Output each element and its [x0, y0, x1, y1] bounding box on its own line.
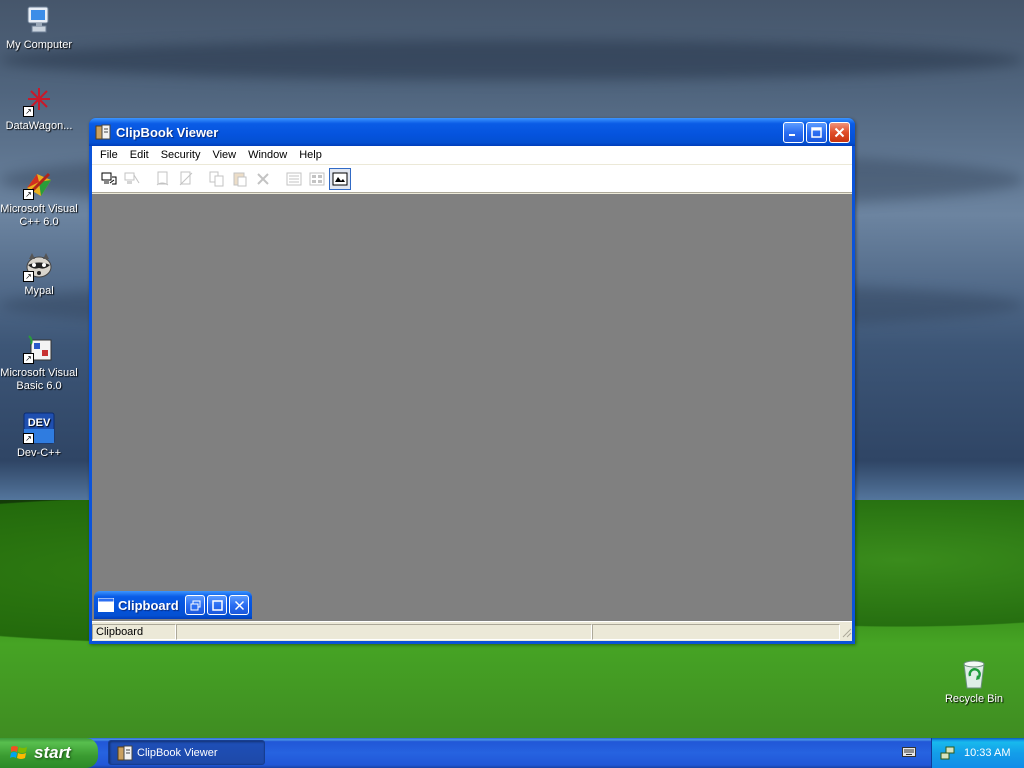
copy-button[interactable] [206, 168, 228, 190]
windows-flag-icon [10, 746, 27, 759]
desktop-icon-label: Recycle Bin [944, 693, 1004, 705]
desktop-icon-label: Microsoft Visual Basic 6.0 [0, 367, 78, 392]
desktop-icon-visual-cpp[interactable]: ↗ Microsoft Visual C++ 6.0 [0, 168, 78, 229]
menu-help[interactable]: Help [293, 149, 328, 161]
computer-icon [23, 4, 55, 36]
start-label: start [34, 743, 71, 762]
desktop-icon-label: Microsoft Visual C++ 6.0 [0, 203, 78, 228]
shortcut-arrow-icon: ↗ [23, 433, 34, 444]
toolbar [92, 165, 852, 193]
svg-text:DEV: DEV [28, 417, 51, 429]
clipbook-app-icon [117, 745, 133, 760]
clipboard-window-icon [98, 598, 114, 612]
desktop-icon-recycle-bin[interactable]: Recycle Bin [935, 658, 1013, 706]
desktop-icon-datawagon[interactable]: ↗ DataWagon... [0, 85, 78, 133]
close-icon [834, 127, 845, 137]
window-titlebar[interactable]: ClipBook Viewer [89, 118, 855, 146]
desktop-icon-my-computer[interactable]: My Computer [0, 4, 78, 52]
maximize-icon [211, 599, 223, 611]
taskbar-button-clipbook-viewer[interactable]: ClipBook Viewer [108, 740, 265, 765]
mdi-client-area: Clipboard [92, 194, 852, 621]
full-page-button[interactable] [329, 167, 351, 190]
keyboard-language-icon[interactable] [902, 746, 916, 758]
maximize-button[interactable] [806, 121, 827, 143]
menu-file[interactable]: File [94, 149, 124, 161]
paste-icon [233, 172, 247, 186]
clipboard-maximize-button[interactable] [207, 595, 227, 615]
full-page-icon [332, 172, 348, 185]
datawagon-icon: ↗ [23, 85, 55, 117]
maximize-icon [811, 126, 822, 138]
status-pane [176, 623, 592, 640]
desktop-icon-label: DataWagon... [5, 120, 73, 132]
paste-button[interactable] [229, 168, 251, 190]
copy-icon [209, 171, 224, 186]
desktop-icon-visual-basic[interactable]: ↗ Microsoft Visual Basic 6.0 [0, 332, 78, 393]
status-text: Clipboard [92, 623, 176, 640]
visual-basic-icon: ↗ [23, 332, 55, 364]
menu-security[interactable]: Security [155, 149, 207, 161]
status-pane [592, 623, 840, 640]
clock[interactable]: 10:33 AM [964, 747, 1010, 759]
shortcut-arrow-icon: ↗ [23, 271, 34, 282]
shortcut-arrow-icon: ↗ [23, 353, 34, 364]
resize-grip-icon[interactable] [840, 626, 852, 638]
devcpp-icon: DEV ↗ [23, 412, 55, 444]
table-of-contents-icon [286, 172, 302, 185]
close-icon [234, 600, 244, 610]
desktop-icon-mypal[interactable]: ↗ Mypal [0, 250, 78, 298]
stop-sharing-button[interactable] [175, 168, 197, 190]
taskbar-button-label: ClipBook Viewer [137, 746, 218, 759]
recycle-bin-icon [958, 658, 990, 690]
window-title: ClipBook Viewer [116, 124, 219, 140]
clipbook-viewer-window: ClipBook Viewer File Edit Security View … [89, 118, 855, 644]
share-button[interactable] [152, 168, 174, 190]
connect-icon [101, 172, 117, 184]
menu-edit[interactable]: Edit [124, 149, 155, 161]
disconnect-icon [124, 172, 140, 184]
minimize-button[interactable] [783, 121, 804, 143]
close-button[interactable] [829, 121, 850, 143]
visual-cpp-icon: ↗ [23, 168, 55, 200]
clipboard-minimized-window[interactable]: Clipboard [94, 591, 252, 619]
desktop-icon-label: Dev-C++ [16, 447, 62, 459]
menu-view[interactable]: View [206, 149, 242, 161]
system-tray: 10:33 AM [931, 738, 1024, 768]
sky-cloud [0, 40, 1024, 80]
stop-sharing-icon [179, 171, 193, 185]
clipboard-restore-button[interactable] [185, 595, 205, 615]
shortcut-arrow-icon: ↗ [23, 106, 34, 117]
network-icon[interactable] [940, 745, 956, 761]
delete-icon [257, 172, 269, 185]
shortcut-arrow-icon: ↗ [23, 189, 34, 200]
thumbnails-button[interactable] [306, 168, 328, 190]
disconnect-button[interactable] [121, 168, 143, 190]
clipboard-close-button[interactable] [229, 595, 249, 615]
table-of-contents-button[interactable] [283, 168, 305, 190]
desktop-icon-label: My Computer [5, 39, 73, 51]
status-bar: Clipboard [92, 621, 852, 641]
start-button[interactable]: start [0, 738, 98, 768]
delete-button[interactable] [252, 168, 274, 190]
desktop-icon-devcpp[interactable]: DEV ↗ Dev-C++ [0, 412, 78, 460]
mypal-raccoon-icon: ↗ [23, 250, 55, 282]
thumbnails-icon [309, 172, 325, 185]
desktop-icon-label: Mypal [24, 285, 54, 297]
menu-window[interactable]: Window [242, 149, 293, 161]
restore-icon [190, 600, 200, 610]
share-icon [156, 171, 169, 185]
minimize-icon [789, 133, 795, 136]
clipboard-window-title: Clipboard [118, 597, 179, 613]
clipbook-app-icon [95, 124, 111, 140]
connect-button[interactable] [98, 168, 120, 190]
taskbar: start ClipBook Viewer 10:33 AM [0, 738, 1024, 768]
window-client-area: File Edit Security View Window Help Clip… [92, 146, 852, 641]
menu-bar: File Edit Security View Window Help [92, 146, 852, 165]
